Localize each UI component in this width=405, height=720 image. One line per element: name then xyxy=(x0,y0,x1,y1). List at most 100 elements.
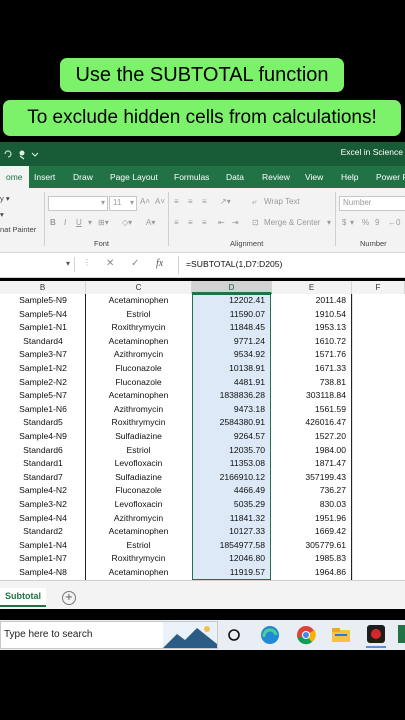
column-header-c[interactable]: C xyxy=(86,281,192,294)
cell-value-d[interactable]: 11841.32 xyxy=(193,512,270,526)
cell-value-e[interactable]: 305779.61 xyxy=(273,539,351,553)
name-box[interactable]: ▾ xyxy=(0,257,75,272)
cell-sample[interactable]: Sample1-N4 xyxy=(5,539,81,553)
recording-app-icon[interactable] xyxy=(366,624,386,644)
cell-compound[interactable]: Acetaminophen xyxy=(87,335,190,349)
cell-value-d[interactable]: 9534.92 xyxy=(193,348,270,362)
cell-value-e[interactable]: 1610.72 xyxy=(273,335,351,349)
increase-font-icon[interactable]: A˄ xyxy=(140,197,150,206)
cell-sample[interactable]: Sample4-N8 xyxy=(5,566,81,580)
cell-value-e[interactable]: 738.81 xyxy=(273,376,351,390)
cell-value-d[interactable]: 11919.57 xyxy=(193,566,270,580)
currency-dropdown-icon[interactable]: ▾ xyxy=(350,218,354,227)
cell-sample[interactable]: Standard1 xyxy=(5,457,81,471)
cell-sample[interactable]: Sample5-N4 xyxy=(5,308,81,322)
cell-value-d[interactable]: 4466.49 xyxy=(193,484,270,498)
cell-value-e[interactable]: 1953.13 xyxy=(273,321,351,335)
cell-value-d[interactable]: 9771.24 xyxy=(193,335,270,349)
tab-insert[interactable]: Insert xyxy=(34,166,55,188)
merge-dropdown-icon[interactable]: ▾ xyxy=(327,218,331,227)
cell-compound[interactable]: Azithromycin xyxy=(87,403,190,417)
cell-sample[interactable]: Standard5 xyxy=(5,416,81,430)
cell-compound[interactable]: Estriol xyxy=(87,539,190,553)
cell-compound[interactable]: Roxithrymycin xyxy=(87,321,190,335)
column-header-d[interactable]: D xyxy=(192,281,272,294)
cell-compound[interactable]: Roxithrymycin xyxy=(87,552,190,566)
cell-value-e[interactable]: 2011.48 xyxy=(273,294,351,308)
cell-sample[interactable]: Sample4-N4 xyxy=(5,512,81,526)
fill-color-icon[interactable]: ◇▾ xyxy=(122,218,132,227)
align-center-icon[interactable]: ≡ xyxy=(188,218,193,227)
cell-sample[interactable]: Standard2 xyxy=(5,525,81,539)
cell-compound[interactable]: Estriol xyxy=(87,444,190,458)
cell-value-e[interactable]: 1910.54 xyxy=(273,308,351,322)
cell-compound[interactable]: Estriol xyxy=(87,308,190,322)
cell-sample[interactable]: Standard4 xyxy=(5,335,81,349)
cell-sample[interactable]: Sample3-N2 xyxy=(5,498,81,512)
font-name-dropdown[interactable]: ▾ xyxy=(48,196,108,211)
cell-value-d[interactable]: 9264.57 xyxy=(193,430,270,444)
tab-view[interactable]: View xyxy=(305,166,323,188)
tab-formulas[interactable]: Formulas xyxy=(174,166,209,188)
cell-sample[interactable]: Sample4-N9 xyxy=(5,430,81,444)
cell-compound[interactable]: Fluconazole xyxy=(87,362,190,376)
name-box-dropdown-icon[interactable]: ▾ xyxy=(66,259,70,268)
middle-align-icon[interactable]: ≡ xyxy=(188,197,193,206)
cancel-icon[interactable]: ✕ xyxy=(106,258,114,269)
cell-sample[interactable]: Sample3-N7 xyxy=(5,348,81,362)
cell-sample[interactable]: Sample5-N7 xyxy=(5,389,81,403)
cell-value-e[interactable]: 1985.83 xyxy=(273,552,351,566)
tab-data[interactable]: Data xyxy=(226,166,244,188)
cell-sample[interactable]: Standard6 xyxy=(5,444,81,458)
tab-home[interactable]: ome xyxy=(0,166,29,188)
cell-compound[interactable]: Azithromycin xyxy=(87,348,190,362)
cell-compound[interactable]: Acetaminophen xyxy=(87,566,190,580)
number-format-dropdown[interactable]: Number xyxy=(339,196,405,211)
cell-value-e[interactable]: 426016.47 xyxy=(273,416,351,430)
decrease-indent-icon[interactable]: ⇤ xyxy=(218,218,225,227)
cell-compound[interactable]: Levofloxacin xyxy=(87,498,190,512)
cell-value-d[interactable]: 9473.18 xyxy=(193,403,270,417)
cell-value-e[interactable]: 1964.86 xyxy=(273,566,351,580)
cell-sample[interactable]: Sample1-N1 xyxy=(5,321,81,335)
italic-button[interactable]: I xyxy=(64,218,66,227)
insert-function-button[interactable]: fx xyxy=(156,258,163,269)
column-header-b[interactable]: B xyxy=(0,281,86,294)
cell-compound[interactable]: Acetaminophen xyxy=(87,389,190,403)
cell-compound[interactable]: Azithromycin xyxy=(87,512,190,526)
cell-value-d[interactable]: 10138.91 xyxy=(193,362,270,376)
cell-value-d[interactable]: 2166910.12 xyxy=(193,471,270,485)
cell-value-e[interactable]: 1571.76 xyxy=(273,348,351,362)
tab-power-pivot[interactable]: Power P xyxy=(376,166,405,188)
cell-sample[interactable]: Sample1-N2 xyxy=(5,362,81,376)
cell-value-e[interactable]: 1951.96 xyxy=(273,512,351,526)
underline-dropdown-icon[interactable]: ▾ xyxy=(88,218,92,227)
cell-value-e[interactable]: 1527.20 xyxy=(273,430,351,444)
bold-button[interactable]: B xyxy=(50,218,56,227)
currency-button[interactable]: $ xyxy=(342,218,346,227)
column-header-f[interactable]: F xyxy=(352,281,405,294)
cell-compound[interactable]: Acetaminophen xyxy=(87,525,190,539)
cell-sample[interactable]: Sample1-N7 xyxy=(5,552,81,566)
formula-input[interactable]: =SUBTOTAL(1,D7:D205) xyxy=(186,259,282,269)
cell-value-e[interactable]: 303118.84 xyxy=(273,389,351,403)
chrome-browser-icon[interactable] xyxy=(295,624,317,646)
align-left-icon[interactable]: ≡ xyxy=(174,218,179,227)
cell-value-d[interactable]: 11590.07 xyxy=(193,308,270,322)
top-align-icon[interactable]: ≡ xyxy=(174,197,179,206)
cell-value-e[interactable]: 736.27 xyxy=(273,484,351,498)
cell-sample[interactable]: Sample2-N2 xyxy=(5,376,81,390)
merge-center-button[interactable]: Merge & Center xyxy=(264,218,320,227)
cell-value-d[interactable]: 5035.29 xyxy=(193,498,270,512)
cell-value-d[interactable]: 12202.41 xyxy=(193,294,270,308)
cell-value-e[interactable]: 357199.43 xyxy=(273,471,351,485)
cell-value-d[interactable]: 12046.80 xyxy=(193,552,270,566)
increase-indent-icon[interactable]: ⇥ xyxy=(232,218,239,227)
cell-value-e[interactable]: 1671.33 xyxy=(273,362,351,376)
bottom-align-icon[interactable]: ≡ xyxy=(202,197,207,206)
font-size-dropdown[interactable]: 11 ▾ xyxy=(109,196,137,211)
cell-value-d[interactable]: 4481.91 xyxy=(193,376,270,390)
cell-value-d[interactable]: 12035.70 xyxy=(193,444,270,458)
tab-review[interactable]: Review xyxy=(262,166,290,188)
wrap-text-icon[interactable]: ⤶ xyxy=(252,197,256,207)
